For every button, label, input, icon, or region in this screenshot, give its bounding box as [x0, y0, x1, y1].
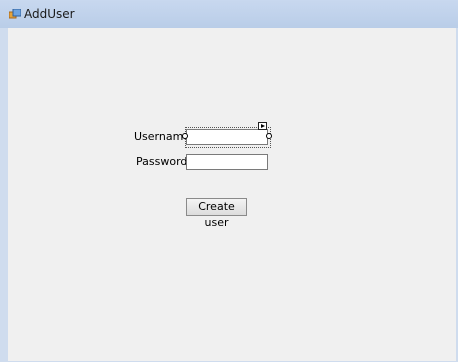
- username-field[interactable]: [186, 129, 268, 145]
- adduser-window: AddUser Username Password Create user: [0, 0, 458, 362]
- window-title: AddUser: [24, 7, 75, 21]
- password-label: Password: [136, 155, 188, 168]
- form-client-area: Username Password Create user: [8, 28, 456, 361]
- create-user-button[interactable]: Create user: [186, 198, 247, 229]
- form-icon: [9, 9, 21, 19]
- password-field[interactable]: [186, 154, 268, 170]
- resize-handle-right[interactable]: [266, 133, 272, 139]
- smart-tag-icon[interactable]: [258, 122, 267, 130]
- resize-handle-left[interactable]: [182, 133, 188, 139]
- title-bar: AddUser: [0, 0, 458, 28]
